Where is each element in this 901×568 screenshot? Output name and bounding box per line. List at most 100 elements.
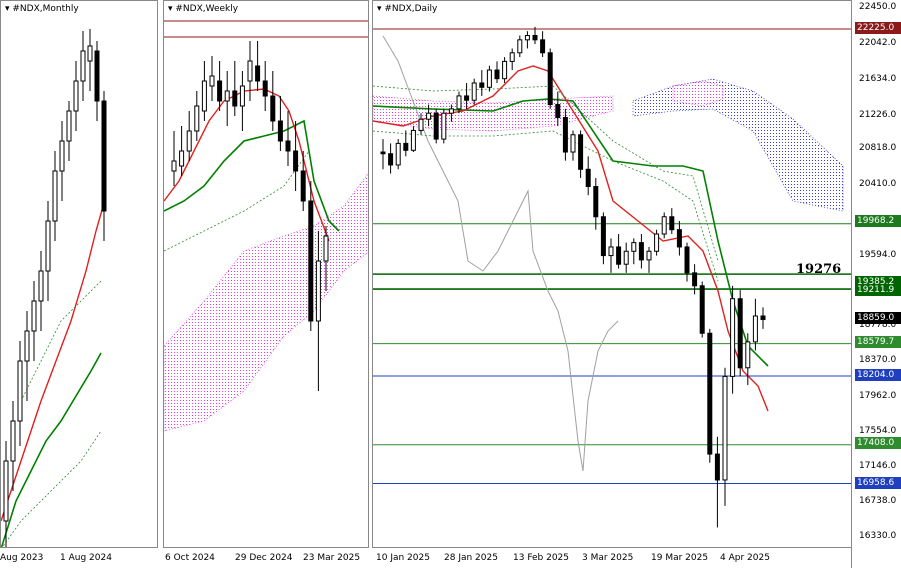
weekly-candle: [232, 90, 238, 107]
daily-candle: [562, 117, 568, 153]
level-badge: 16958.6: [855, 477, 901, 489]
price-tick: 20818.0: [859, 143, 897, 153]
daily-candle: [654, 233, 660, 252]
daily-candle: [388, 153, 394, 166]
weekly-candle: [224, 90, 230, 102]
daily-candle: [760, 315, 766, 321]
weekly-x-label: 6 Oct 2024: [165, 553, 215, 563]
monthly-chart-svg: [1, 29, 107, 547]
price-tick: 16738.0: [859, 496, 897, 506]
weekly-candle: [171, 160, 177, 172]
price-tick: 17962.0: [859, 391, 897, 401]
level-badge: 18579.7: [855, 336, 901, 348]
kijun-sen-line: [1, 352, 102, 547]
daily-candle: [646, 250, 652, 261]
daily-candle: [676, 229, 682, 248]
level-badge: 22225.0: [855, 22, 901, 34]
monthly-chart-title: ▾ #NDX,Monthly: [5, 4, 79, 14]
daily-candle: [623, 250, 629, 265]
weekly-candle: [293, 150, 299, 172]
price-tick: 21634.0: [859, 74, 897, 84]
monthly-candle: [59, 140, 65, 172]
daily-candle: [456, 95, 462, 110]
daily-candle: [509, 52, 515, 62]
daily-candle: [722, 375, 728, 481]
monthly-candle: [45, 220, 51, 272]
monthly-candle: [101, 100, 107, 212]
weekly-candle: [285, 140, 291, 152]
daily-candle: [730, 298, 736, 377]
tenkan-sen-line: [1, 195, 107, 522]
weekly-candle: [270, 95, 276, 122]
weekly-candle: [239, 85, 245, 107]
daily-chart-title: ▾ #NDX,Daily: [377, 4, 438, 14]
senkou-span-line: [20, 280, 102, 402]
daily-candle: [433, 112, 439, 140]
daily-candle: [448, 108, 454, 114]
price-tick: 22450.0: [859, 2, 897, 12]
daily-candle: [578, 134, 584, 170]
daily-candle: [532, 35, 538, 41]
daily-chart-panel[interactable]: ▾ #NDX,Daily 19276: [372, 0, 852, 548]
monthly-candle: [3, 460, 9, 522]
weekly-candle: [323, 235, 329, 262]
monthly-x-label: 1 Aug 2024: [60, 553, 112, 563]
daily-candle: [638, 242, 644, 261]
daily-candle: [441, 112, 447, 140]
monthly-candle: [24, 330, 30, 362]
monthly-chart-panel[interactable]: ▾ #NDX,Monthly: [0, 0, 158, 548]
price-tick: 17146.0: [859, 461, 897, 471]
daily-candle: [745, 341, 751, 369]
daily-candle: [486, 69, 492, 88]
daily-candle: [593, 186, 599, 218]
daily-candle: [555, 104, 561, 119]
monthly-candle: [31, 300, 37, 332]
kumo-cloud: [373, 95, 614, 132]
level-badge: 19211.9: [855, 284, 901, 296]
price-axis[interactable]: 22450.0 22042.0 21634.0 21226.0 20818.0 …: [851, 0, 901, 568]
daily-x-label: 13 Feb 2025: [513, 553, 570, 563]
daily-candle: [494, 69, 500, 80]
daily-candle: [616, 246, 622, 265]
price-tick: 19594.0: [859, 250, 897, 260]
senkou-span-b-line: [373, 130, 719, 282]
price-tick: 21226.0: [859, 110, 897, 120]
daily-candle: [570, 134, 576, 153]
monthly-x-label: Aug 2023: [0, 553, 44, 563]
daily-candle: [502, 60, 508, 80]
weekly-chart-panel[interactable]: ▾ #NDX,Weekly: [163, 0, 369, 548]
daily-candle: [692, 272, 698, 287]
daily-candle: [631, 242, 637, 252]
senkou-span-line: [1, 430, 102, 547]
monthly-candle: [17, 360, 23, 422]
level-badge: 18204.0: [855, 369, 901, 381]
daily-candle: [464, 95, 470, 101]
daily-candle: [471, 82, 477, 101]
daily-candle: [403, 142, 409, 151]
kumo-cloud: [632, 78, 844, 212]
daily-candle: [479, 82, 485, 88]
daily-candle: [410, 129, 416, 151]
weekly-candle: [179, 150, 185, 167]
weekly-x-label: 29 Dec 2024: [235, 553, 293, 563]
daily-x-label: 3 Mar 2025: [582, 553, 634, 563]
daily-candle: [600, 216, 606, 257]
daily-candle: [684, 246, 690, 274]
monthly-candle: [94, 50, 100, 102]
monthly-candle: [66, 110, 72, 142]
daily-candle: [752, 315, 758, 343]
daily-x-label: 28 Jan 2025: [444, 553, 498, 563]
monthly-candle: [52, 170, 58, 222]
price-tick: 20410.0: [859, 179, 897, 189]
daily-candle: [517, 39, 523, 54]
price-tick: 17554.0: [859, 426, 897, 436]
daily-candle: [395, 142, 401, 166]
daily-candle: [608, 246, 614, 257]
weekly-candle: [255, 65, 261, 82]
kumo-cloud: [164, 173, 368, 432]
price-tick: 22042.0: [859, 38, 897, 48]
weekly-candle: [308, 200, 314, 322]
daily-x-label: 19 Mar 2025: [651, 553, 709, 563]
weekly-chart-svg: [164, 20, 368, 432]
daily-chart-svg: [373, 26, 851, 528]
